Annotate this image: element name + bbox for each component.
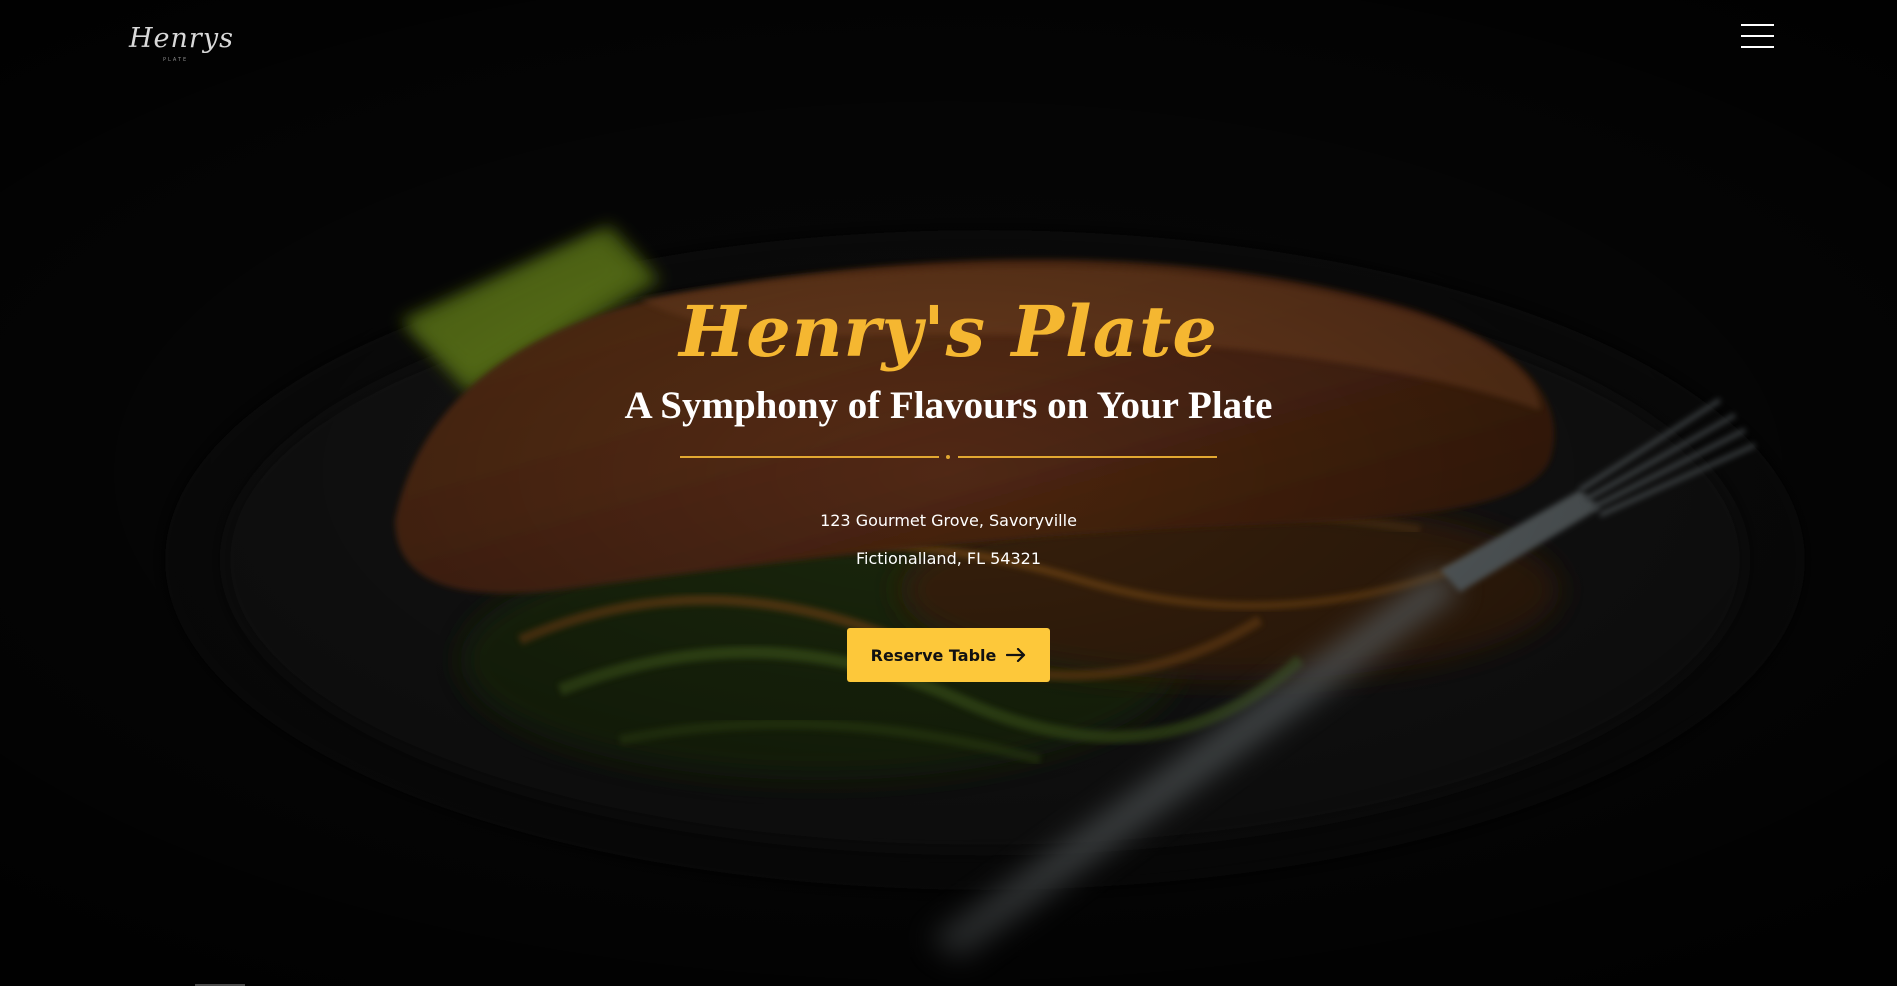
address: 123 Gourmet Grove, Savoryville Fictional… bbox=[0, 502, 1897, 578]
reserve-table-button[interactable]: Reserve Table bbox=[847, 628, 1050, 682]
logo[interactable]: Henrys PLATE bbox=[129, 23, 234, 68]
logo-text: Henrys bbox=[129, 23, 234, 54]
address-line-1: 123 Gourmet Grove, Savoryville bbox=[820, 511, 1077, 530]
divider-line-right bbox=[958, 456, 1217, 458]
arrow-right-icon bbox=[1006, 648, 1026, 662]
hamburger-menu-icon[interactable] bbox=[1741, 22, 1775, 52]
address-line-2: Fictionalland, FL 54321 bbox=[856, 549, 1041, 568]
hero-section: Henrys PLATE Henry's Plate A Symphony of… bbox=[0, 0, 1897, 986]
decorative-divider bbox=[680, 452, 1217, 462]
divider-dot bbox=[946, 455, 950, 459]
reserve-table-label: Reserve Table bbox=[870, 645, 997, 665]
hero-content: Henry's Plate A Symphony of Flavours on … bbox=[0, 290, 1897, 682]
divider-line-left bbox=[680, 456, 939, 458]
hero-script-title: Henry's Plate bbox=[679, 290, 1218, 373]
logo-subtext: PLATE bbox=[163, 57, 189, 63]
hero-tagline: A Symphony of Flavours on Your Plate bbox=[624, 384, 1273, 427]
